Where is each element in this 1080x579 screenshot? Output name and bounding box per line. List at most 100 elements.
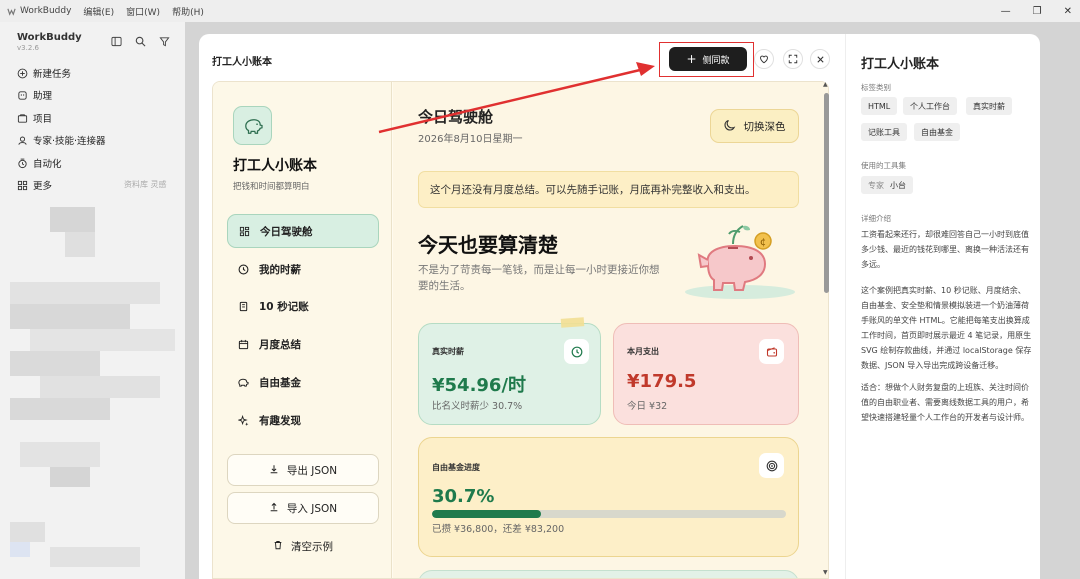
annotation-highlight-box <box>659 42 754 77</box>
app-name: WorkBuddy <box>7 6 71 16</box>
sidebar-item-new-task[interactable]: 新建任务 <box>17 66 71 80</box>
new-task-icon <box>17 68 28 79</box>
expert-icon <box>17 135 28 146</box>
menu-edit[interactable]: 编辑(E) <box>83 5 114 18</box>
upload-icon <box>269 502 279 515</box>
sidebar-item-automation[interactable]: 自动化 <box>17 156 62 170</box>
scroll-up-icon[interactable]: ▲ <box>823 81 828 88</box>
automation-icon <box>17 158 28 169</box>
tag-item[interactable]: 真实时薪 <box>966 97 1012 115</box>
tag-item[interactable]: HTML <box>861 97 898 115</box>
nav-item-label: 我的时薪 <box>259 263 301 276</box>
toggle-dark-button[interactable]: 切换深色 <box>710 109 799 143</box>
download-icon <box>269 464 279 477</box>
scroll-down-icon[interactable]: ▼ <box>823 569 828 576</box>
intro-label: 详细介绍 <box>861 214 891 223</box>
notice-text: 这个月还没有月度总结。可以先随手记账，月底再补完整收入和支出。 <box>430 184 756 196</box>
tool-name: 小台 <box>890 180 906 190</box>
receipt-icon <box>237 300 249 312</box>
card-label: 真实时薪 <box>432 347 464 356</box>
nav-item-freedom-fund[interactable]: 自由基金 <box>227 365 379 399</box>
wallet-icon <box>759 339 784 364</box>
app-logo-icon <box>7 8 16 16</box>
toggle-dark-label: 切换深色 <box>743 120 786 133</box>
nav-item-label: 今日驾驶舱 <box>260 225 313 238</box>
sidebar-more-extra: 资料库 灵感 <box>124 180 167 189</box>
card-freedom-fund: 自由基金进度 30.7% 已攒 ¥36,800，还差 ¥83,200 <box>418 437 799 557</box>
sidebar-item-expert[interactable]: 专家·技能·连接器 <box>17 133 106 147</box>
filter-icon[interactable] <box>158 35 170 47</box>
tool-tag[interactable]: 专家 小台 <box>861 176 913 194</box>
minimize-icon[interactable]: — <box>1001 6 1011 17</box>
restore-icon[interactable]: ❐ <box>1033 6 1042 17</box>
preview-scrollbar[interactable]: ▲ ▼ <box>822 81 831 579</box>
card-monthly-expense: 本月支出 ¥179.5 今日 ¥32 <box>613 323 799 425</box>
sidebar-item-label: 更多 <box>33 181 53 192</box>
page-title: 今日驾驶舱 <box>418 108 494 126</box>
tape-decoration <box>560 317 585 328</box>
app-preview: 打工人小账本 把钱和时间都算明白 今日驾驶舱 我的时薪 10 秒记账 月度总结 … <box>212 81 829 579</box>
next-card-peek <box>418 570 799 578</box>
nav-item-label: 10 秒记账 <box>259 300 309 313</box>
heart-icon[interactable] <box>754 49 774 69</box>
search-icon[interactable] <box>134 35 146 47</box>
nav-item-label: 月度总结 <box>259 338 301 351</box>
nav-item-wage[interactable]: 我的时薪 <box>227 252 379 286</box>
panel-toggle-icon[interactable] <box>110 35 122 47</box>
coin-glyph: ¢ <box>760 237 766 248</box>
sidebar-tools <box>110 35 170 47</box>
card-sub: 今日 ¥32 <box>627 401 668 412</box>
nav-item-quick-record[interactable]: 10 秒记账 <box>227 289 379 323</box>
nav-item-dashboard[interactable]: 今日驾驶舱 <box>227 214 379 248</box>
tag-item[interactable]: 个人工作台 <box>903 97 957 115</box>
sparkle-icon <box>237 414 249 426</box>
nav-item-discoveries[interactable]: 有趣发现 <box>227 403 379 437</box>
sidebar-item-label: 自动化 <box>33 159 62 170</box>
fund-progress-fill <box>432 510 541 518</box>
panel-divider <box>845 34 846 579</box>
clock-icon <box>237 263 249 275</box>
intro-paragraph-1: 工资看起来还行，却很难回答自己一小时到底值多少钱、最近的钱花到哪里、离换一种活法… <box>861 230 1029 269</box>
sidebar-item-project[interactable]: 项目 <box>17 111 52 125</box>
close-icon[interactable] <box>810 49 830 69</box>
preview-content: 今日驾驶舱 2026年8月10日星期一 切换深色 这个月还没有月度总结。可以先随… <box>393 82 828 578</box>
card-label: 本月支出 <box>627 347 659 356</box>
hero-subtitle: 不是为了苛责每一笔钱，而是让每一小时更接近你想要的生活。 <box>418 264 660 292</box>
export-json-button[interactable]: 导出 JSON <box>227 454 379 486</box>
left-sidebar: WorkBuddy v3.2.6 新建任务 助理 项目 专家·技能·连接器 自动… <box>0 22 185 579</box>
menu-help[interactable]: 帮助(H) <box>172 5 204 18</box>
close-window-icon[interactable]: ✕ <box>1064 6 1072 17</box>
piggy-bank-icon <box>237 376 249 388</box>
intro-paragraph-2: 这个案例把真实时薪、10 秒记账、月度结余、自由基金、安全垫和情景模拟装进一个奶… <box>861 286 1032 370</box>
import-json-button[interactable]: 导入 JSON <box>227 492 379 524</box>
card-sub: 已攒 ¥36,800，还差 ¥83,200 <box>432 524 565 535</box>
menubar: WorkBuddy 编辑(E) 窗口(W) 帮助(H) — ❐ ✕ <box>0 0 1080 22</box>
tool-prefix: 专家 <box>868 180 884 190</box>
main-window: 打工人小账本 + 侧同款 打工人小账本 把钱和时间都算明白 今日驾驶舱 我的时薪 <box>199 34 1040 579</box>
sidebar-item-label: 新建任务 <box>33 69 72 80</box>
app-name-label: WorkBuddy <box>20 6 72 16</box>
window-controls: — ❐ ✕ <box>1001 0 1072 22</box>
nav-item-label: 有趣发现 <box>259 414 301 427</box>
doc-title: 打工人小账本 <box>212 57 272 68</box>
card-value: ¥179.5 <box>627 371 697 392</box>
hero-title: 今天也要算清楚 <box>418 233 558 257</box>
sidebar-title: WorkBuddy <box>17 32 82 43</box>
clear-sample-button[interactable]: 清空示例 <box>227 530 379 562</box>
export-json-label: 导出 JSON <box>286 464 338 477</box>
fullscreen-icon[interactable] <box>783 49 803 69</box>
nav-item-monthly-summary[interactable]: 月度总结 <box>227 327 379 361</box>
card-sub: 比名义时薪少 30.7% <box>432 401 523 412</box>
tag-item[interactable]: 自由基金 <box>914 123 960 141</box>
import-json-label: 导入 JSON <box>286 502 338 515</box>
menu-window[interactable]: 窗口(W) <box>126 5 160 18</box>
scroll-thumb[interactable] <box>824 93 829 293</box>
sidebar-item-assistant[interactable]: 助理 <box>17 88 52 102</box>
clear-sample-label: 清空示例 <box>291 540 333 553</box>
more-icon <box>17 180 28 191</box>
tag-item[interactable]: 记账工具 <box>861 123 907 141</box>
target-icon <box>759 453 784 478</box>
sidebar-item-more[interactable]: 更多 <box>17 178 52 192</box>
detail-title: 打工人小账本 <box>861 57 940 72</box>
card-value: 30.7% <box>432 486 495 507</box>
